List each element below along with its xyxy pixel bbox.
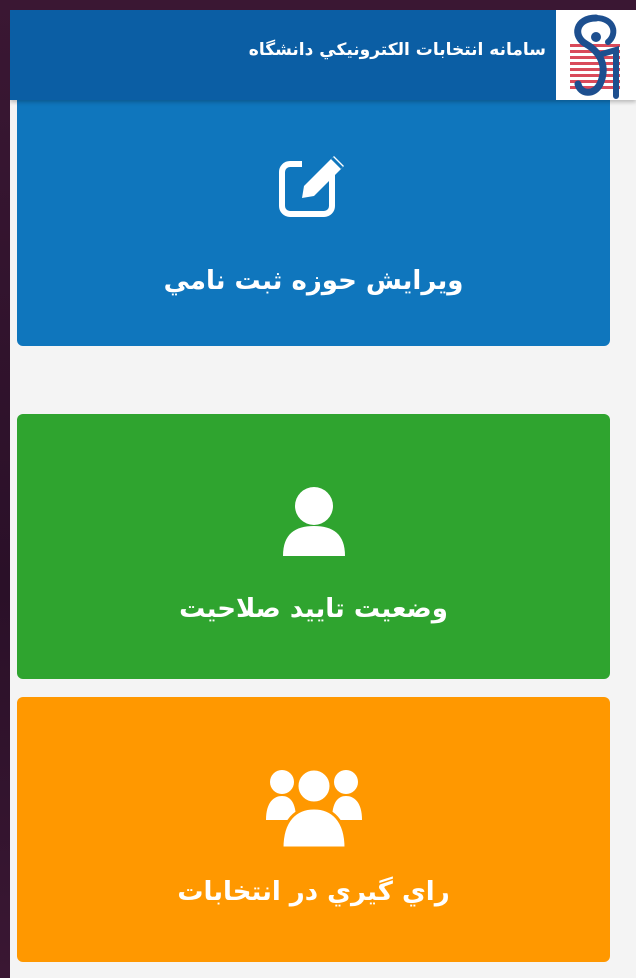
qualification-status-label: وضعيت تاييد صلاحيت [179, 594, 448, 624]
users-group-icon [265, 762, 362, 852]
qualification-status-card[interactable]: وضعيت تاييد صلاحيت [17, 414, 610, 679]
app-frame: سامانه انتخابات الكترونيكي دانشگاه ويراي… [10, 10, 636, 978]
voting-label: راي گيري در انتخابات [177, 877, 450, 907]
user-icon [281, 486, 347, 562]
voting-card[interactable]: راي گيري در انتخابات [17, 697, 610, 962]
university-logo-icon[interactable] [556, 10, 636, 100]
edit-registration-card[interactable]: ويرايش حوزه ثبت نامي [17, 90, 610, 346]
app-header: سامانه انتخابات الكترونيكي دانشگاه [10, 10, 636, 100]
edit-registration-label: ويرايش حوزه ثبت نامي [163, 266, 464, 296]
edit-icon [274, 150, 358, 224]
app-title: سامانه انتخابات الكترونيكي دانشگاه [248, 40, 546, 60]
